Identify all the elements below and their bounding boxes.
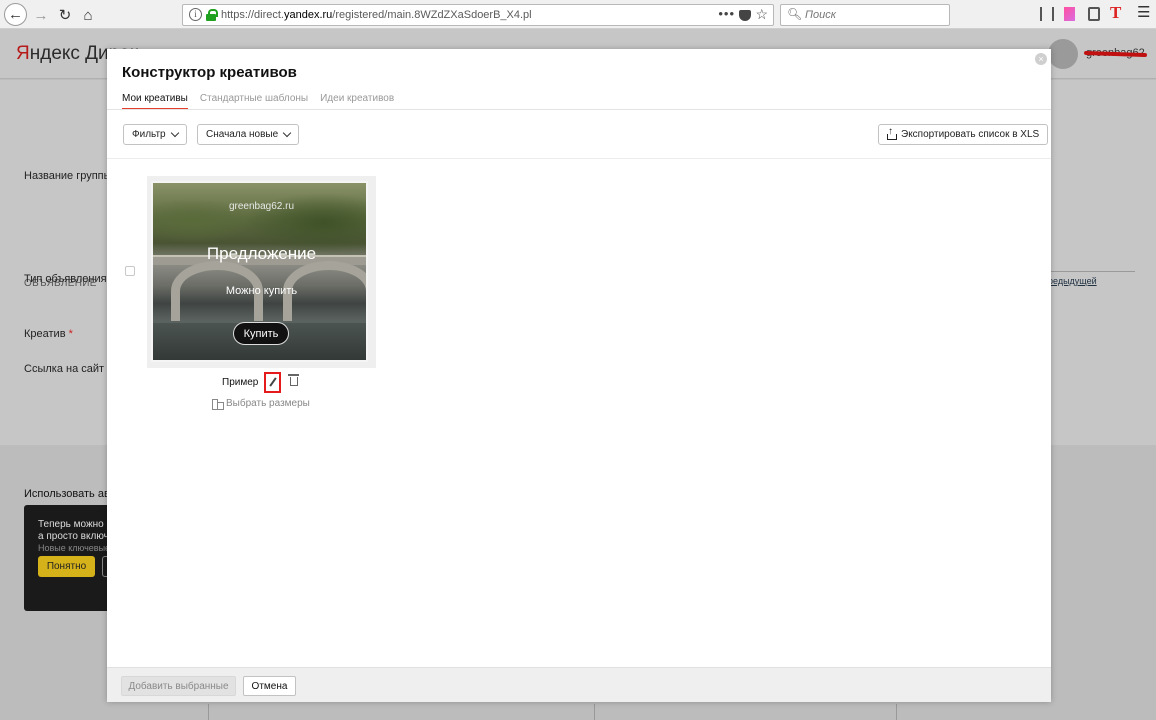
- user-name[interactable]: greenbag62: [1086, 47, 1145, 59]
- cancel-button[interactable]: Отмена: [243, 676, 296, 696]
- divider: [208, 704, 209, 720]
- trash-icon[interactable]: [288, 374, 299, 386]
- add-selected-button[interactable]: Добавить выбранные: [121, 676, 236, 696]
- avatar[interactable]: [1048, 39, 1078, 69]
- extension-icon[interactable]: [1064, 7, 1075, 21]
- export-xls-button[interactable]: Экспортировать список в XLS: [878, 124, 1049, 145]
- page-actions-icon[interactable]: •••: [718, 6, 735, 21]
- edit-pencil-icon[interactable]: [264, 372, 281, 393]
- divider: [594, 704, 595, 720]
- info-icon[interactable]: i: [189, 8, 202, 21]
- translate-extension-icon[interactable]: T: [1110, 3, 1121, 22]
- creative-buy-button: Купить: [233, 322, 289, 345]
- creative-checkbox[interactable]: [125, 266, 135, 276]
- choose-sizes-link[interactable]: Выбрать размеры: [212, 398, 310, 410]
- previous-ad-link[interactable]: редыдущей: [1048, 276, 1097, 286]
- tip-ok-button[interactable]: Понятно: [38, 556, 95, 577]
- filter-label: Фильтр: [132, 129, 166, 140]
- divider: [896, 704, 897, 720]
- tab-standard-templates[interactable]: Стандартные шаблоны: [200, 93, 308, 109]
- creative-background-image: greenbag62.ru Предложение Можно купить К…: [151, 181, 368, 362]
- search-input[interactable]: [805, 7, 945, 23]
- group-name-label: Название группы*: [24, 170, 116, 182]
- divider: [107, 109, 1051, 110]
- chevron-down-icon: [282, 128, 292, 138]
- modal-footer: Добавить выбранные Отмена: [107, 667, 1051, 702]
- library-icon[interactable]: [1040, 7, 1054, 21]
- close-icon[interactable]: ×: [1035, 53, 1047, 65]
- bookmark-star-icon[interactable]: ☆: [755, 6, 768, 23]
- creative-subtext: Можно купить: [225, 285, 298, 297]
- creative-label: Креатив *: [24, 328, 73, 340]
- lock-icon: [206, 9, 218, 21]
- sidebar-icon[interactable]: [1088, 7, 1100, 21]
- onboarding-tooltip: Теперь можно н а просто включи Новые клю…: [24, 505, 118, 611]
- creative-site: greenbag62.ru: [228, 201, 295, 212]
- hamburger-menu-icon[interactable]: ☰: [1137, 3, 1150, 21]
- browser-toolbar: ← → ↻ ⌂ i https://direct.yandex.ru/regis…: [0, 0, 1156, 29]
- address-bar[interactable]: i https://direct.yandex.ru/registered/ma…: [182, 4, 774, 26]
- export-icon: [887, 126, 897, 140]
- modal-tabs: Мои креативы Стандартные шаблоны Идеи кр…: [122, 93, 394, 110]
- pocket-icon[interactable]: [739, 10, 751, 21]
- creative-headline: Предложение: [206, 244, 317, 263]
- tab-creative-ideas[interactable]: Идеи креативов: [320, 93, 394, 109]
- creative-name: Пример: [222, 377, 259, 388]
- url-text[interactable]: https://direct.yandex.ru/registered/main…: [221, 9, 532, 21]
- divider: [1040, 271, 1135, 272]
- forward-icon[interactable]: →: [30, 4, 52, 26]
- modal-title: Конструктор креативов: [122, 64, 297, 81]
- site-link-label: Ссылка на сайт *: [24, 363, 111, 375]
- filter-dropdown[interactable]: Фильтр: [123, 124, 187, 145]
- tab-my-creatives[interactable]: Мои креативы: [122, 93, 188, 110]
- tip-text-1: Теперь можно н: [38, 519, 113, 530]
- creative-preview[interactable]: greenbag62.ru Предложение Можно купить К…: [147, 176, 376, 368]
- sort-dropdown[interactable]: Сначала новые: [197, 124, 300, 145]
- divider: [107, 158, 1051, 159]
- ad-type-label: Тип объявления: [24, 273, 107, 285]
- creative-builder-modal: × Конструктор креативов Мои креативы Ста…: [107, 49, 1051, 702]
- home-icon[interactable]: ⌂: [77, 4, 99, 26]
- reload-icon[interactable]: ↻: [54, 4, 76, 26]
- search-icon: 🔍︎: [787, 7, 803, 21]
- search-bar[interactable]: 🔍︎: [780, 4, 950, 26]
- tip-text-3: Новые ключевые с: [38, 543, 118, 553]
- sort-label: Сначала новые: [206, 129, 279, 140]
- chevron-down-icon: [170, 128, 179, 138]
- export-label: Экспортировать список в XLS: [901, 129, 1040, 140]
- tip-text-2: а просто включи: [38, 531, 115, 542]
- back-icon[interactable]: ←: [4, 3, 27, 26]
- sizes-icon: [212, 398, 224, 410]
- choose-sizes-label: Выбрать размеры: [226, 398, 310, 409]
